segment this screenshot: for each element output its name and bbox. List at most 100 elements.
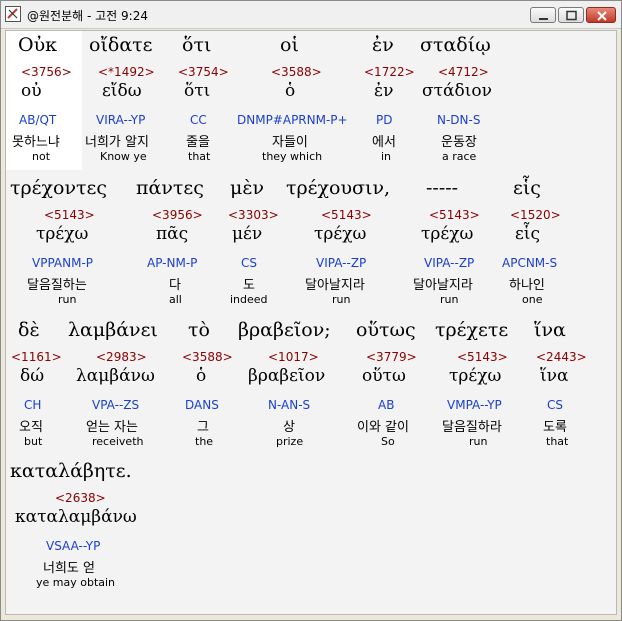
- strong-number[interactable]: <3956>: [152, 208, 203, 222]
- greek-word[interactable]: μὲν: [230, 177, 264, 199]
- greek-word[interactable]: τρέχουσιν,: [286, 177, 390, 199]
- korean-gloss: 도록: [543, 420, 567, 435]
- strong-number[interactable]: <2443>: [536, 350, 587, 364]
- strong-number[interactable]: <*1492>: [98, 65, 155, 79]
- english-gloss: run: [440, 293, 459, 306]
- greek-word[interactable]: οἴδατε: [89, 34, 153, 56]
- korean-gloss: 하나인: [509, 278, 545, 293]
- greek-word[interactable]: σταδίῳ: [420, 34, 491, 56]
- strong-number[interactable]: <3588>: [182, 350, 233, 364]
- parse-code: CS: [547, 398, 563, 412]
- strong-number[interactable]: <3588>: [271, 65, 322, 79]
- parse-code: VSAA--YP: [46, 539, 101, 553]
- greek-word[interactable]: τρέχοντες: [10, 177, 107, 199]
- korean-gloss: 다: [169, 278, 181, 293]
- strong-number[interactable]: <1520>: [510, 208, 561, 222]
- minimize-button[interactable]: [530, 7, 556, 23]
- parse-code: CH: [24, 398, 42, 412]
- korean-gloss: 달음질하는: [27, 278, 87, 293]
- greek-word[interactable]: εἷς: [513, 177, 541, 199]
- english-gloss: in: [381, 150, 392, 163]
- korean-gloss: 그: [197, 420, 209, 435]
- lemma: στάδιον: [422, 81, 492, 101]
- strong-number[interactable]: <4712>: [438, 65, 489, 79]
- lemma: εἴδω: [102, 81, 142, 101]
- greek-word[interactable]: ἐν: [372, 34, 394, 56]
- korean-gloss: 이와 같이: [357, 420, 409, 435]
- interlinear-panel[interactable]: Οὐκ <3756> οὐ AB/QT 못하느냐 not οἴδατε <*14…: [5, 30, 617, 615]
- greek-word[interactable]: ὅτι: [182, 34, 211, 56]
- parse-code: DNMP#APRNM-P+: [237, 113, 348, 127]
- strong-number[interactable]: <1017>: [268, 350, 319, 364]
- english-gloss: run: [58, 293, 77, 306]
- app-window: @원전분해 - 고전 9:24 Οὐκ <3756> οὐ AB/QT 못하느냐…: [0, 0, 622, 621]
- strong-number[interactable]: <5143>: [321, 208, 372, 222]
- parse-code: VPA--ZS: [92, 398, 140, 412]
- lemma: μέν: [232, 224, 263, 244]
- close-button[interactable]: [586, 7, 616, 23]
- parse-code: VIRA--YP: [96, 113, 146, 127]
- parse-code: CC: [190, 113, 207, 127]
- greek-word[interactable]: ἵνα: [534, 319, 566, 341]
- english-gloss: that: [546, 435, 569, 448]
- lemma: οὕτω: [362, 366, 406, 386]
- greek-word[interactable]: τὸ: [188, 319, 210, 341]
- title-bar[interactable]: @원전분해 - 고전 9:24: [1, 1, 621, 29]
- lemma: ἐν: [374, 81, 394, 101]
- maximize-button[interactable]: [558, 7, 584, 23]
- english-gloss: they which: [262, 150, 323, 163]
- english-gloss: not: [32, 150, 51, 163]
- parse-code: AB: [378, 398, 395, 412]
- english-gloss: that: [188, 150, 211, 163]
- strong-number[interactable]: <2983>: [96, 350, 147, 364]
- lemma: τρέχω: [36, 224, 89, 244]
- greek-word[interactable]: πάντες: [136, 177, 204, 199]
- greek-word[interactable]: δὲ: [18, 319, 40, 341]
- lemma: λαμβάνω: [76, 366, 155, 386]
- korean-gloss: 너희가 알지: [85, 135, 149, 150]
- strong-number[interactable]: <2638>: [55, 491, 106, 505]
- english-gloss: all: [169, 293, 182, 306]
- strong-number[interactable]: <3303>: [228, 208, 279, 222]
- greek-word[interactable]: οὕτως: [356, 319, 416, 341]
- korean-gloss: 상: [283, 420, 295, 435]
- korean-gloss: 오직: [19, 420, 43, 435]
- english-gloss: run: [469, 435, 488, 448]
- strong-number[interactable]: <3754>: [178, 65, 229, 79]
- lemma: ὁ: [285, 81, 296, 101]
- greek-word[interactable]: οἱ: [280, 34, 299, 56]
- english-gloss: indeed: [230, 293, 268, 306]
- strong-number[interactable]: <5143>: [457, 350, 508, 364]
- greek-word[interactable]: τρέχετε: [435, 319, 508, 341]
- strong-number[interactable]: <5143>: [44, 208, 95, 222]
- parse-code: VPPANM-P: [32, 256, 94, 270]
- strong-number[interactable]: <3756>: [21, 65, 72, 79]
- english-gloss: ye may obtain: [36, 576, 116, 589]
- korean-gloss: 운동장: [441, 135, 477, 150]
- strong-number[interactable]: <5143>: [429, 208, 480, 222]
- korean-gloss: 자들이: [272, 135, 308, 150]
- greek-word[interactable]: -----: [426, 177, 458, 199]
- korean-gloss: 에서: [372, 135, 396, 150]
- lemma: πᾶς: [156, 224, 189, 244]
- strong-number[interactable]: <1722>: [364, 65, 415, 79]
- lemma: τρέχω: [314, 224, 367, 244]
- greek-word[interactable]: βραβεῖον;: [238, 319, 331, 341]
- korean-gloss: 달아날지라: [305, 278, 365, 293]
- lemma: ὁ: [196, 366, 207, 386]
- lemma: εἷς: [515, 224, 540, 244]
- english-gloss: So: [381, 435, 395, 448]
- lemma: τρέχω: [421, 224, 474, 244]
- parse-code: CS: [241, 256, 257, 270]
- greek-word[interactable]: καταλάβητε.: [10, 460, 132, 482]
- app-icon: [5, 6, 21, 22]
- lemma: οὐ: [21, 81, 42, 101]
- strong-number[interactable]: <1161>: [11, 350, 62, 364]
- greek-word[interactable]: Οὐκ: [18, 34, 57, 56]
- strong-number[interactable]: <3779>: [366, 350, 417, 364]
- parse-code: VIPA--ZP: [316, 256, 367, 270]
- english-gloss: Know ye: [100, 150, 147, 163]
- parse-code: AB/QT: [19, 113, 57, 127]
- english-gloss: run: [332, 293, 351, 306]
- greek-word[interactable]: λαμβάνει: [68, 319, 158, 341]
